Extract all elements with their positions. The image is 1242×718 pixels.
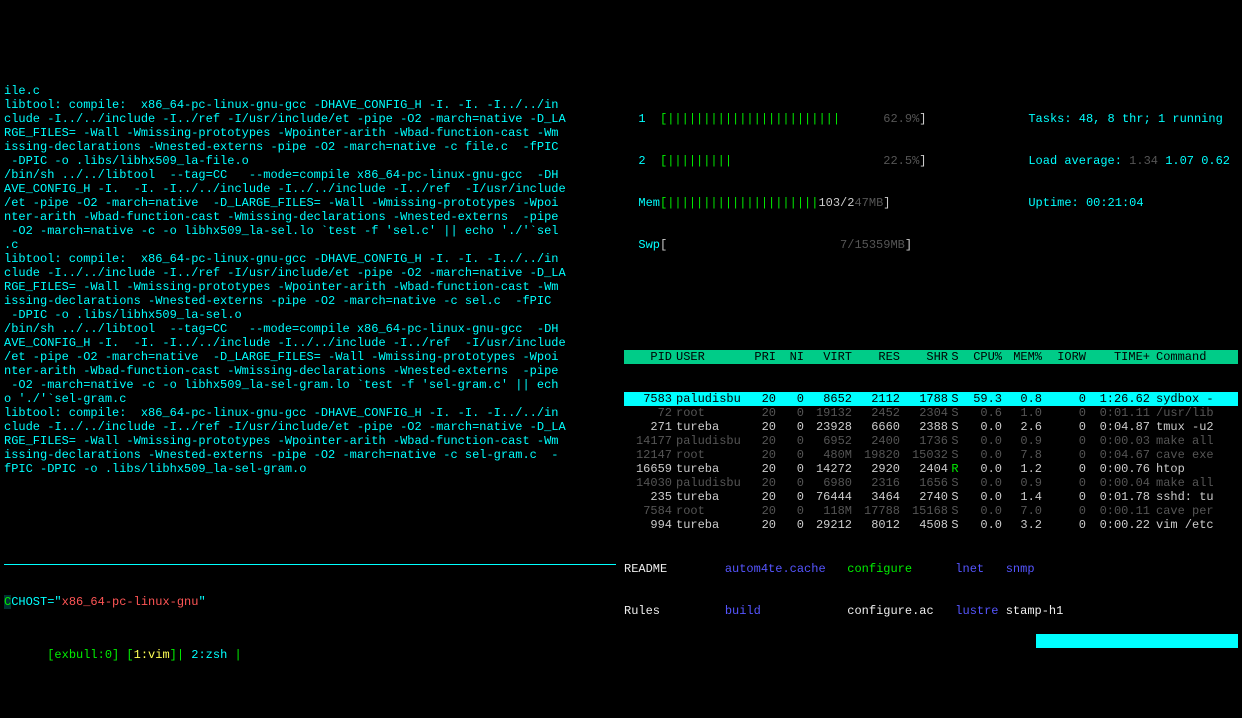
ls-entry: build: [725, 604, 761, 618]
log-line: clude -I../../include -I../ref -I/usr/in…: [4, 266, 616, 280]
log-line: .c: [4, 238, 616, 252]
col-time+[interactable]: TIME+: [1086, 350, 1150, 364]
process-row[interactable]: 235tureba2007644434642740S0.01.400:01.78…: [624, 490, 1238, 504]
log-line: nter-arith -Wbad-function-cast -Wmissing…: [4, 364, 616, 378]
log-line: libtool: compile: x86_64-pc-linux-gnu-gc…: [4, 406, 616, 420]
ls-entry: lustre: [955, 604, 998, 618]
log-line: -DPIC -o .libs/libhx509_la-sel.o: [4, 308, 616, 322]
process-row[interactable]: 72root2001913224522304S0.61.000:01.11/us…: [624, 406, 1238, 420]
ls-entry: configure.ac: [847, 604, 933, 618]
log-line: RGE_FILES= -Wall -Wmissing-prototypes -W…: [4, 126, 616, 140]
process-row[interactable]: 12147root200480M1982015032S0.07.800:04.6…: [624, 448, 1238, 462]
log-line: libtool: compile: x86_64-pc-linux-gnu-gc…: [4, 252, 616, 266]
process-row[interactable]: 7584root200118M1778815168S0.07.000:00.11…: [624, 504, 1238, 518]
col-mem%[interactable]: MEM%: [1002, 350, 1042, 364]
ls-entry: autom4te.cache: [725, 562, 826, 576]
col-iorw[interactable]: IORW: [1042, 350, 1086, 364]
log-line: /bin/sh ../../libtool --tag=CC --mode=co…: [4, 168, 616, 182]
col-virt[interactable]: VIRT: [804, 350, 852, 364]
log-line: ile.c: [4, 84, 616, 98]
process-row[interactable]: 16659tureba2001427229202404R0.01.200:00.…: [624, 462, 1238, 476]
ls-entry: Rules: [624, 604, 660, 618]
ls-entry: [999, 604, 1006, 618]
col-res[interactable]: RES: [852, 350, 900, 364]
mem-value: 103/2: [818, 196, 854, 210]
log-line: fPIC -DPIC -o .libs/libhx509_la-sel-gram…: [4, 462, 616, 476]
ls-entry: [667, 562, 725, 576]
log-line: issing-declarations -Wnested-externs -pi…: [4, 140, 616, 154]
log-line: -DPIC -o .libs/libhx509_la-file.o: [4, 154, 616, 168]
tmux-clock: 2015-04-28 11:09: [1123, 648, 1238, 662]
log-line: /et -pipe -O2 -march=native -D_LARGE_FIL…: [4, 350, 616, 364]
log-line: -O2 -march=native -c -o libhx509_la-sel.…: [4, 224, 616, 238]
process-row[interactable]: 14177paludisbu200695224001736S0.00.900:0…: [624, 434, 1238, 448]
log-line: o './'`sel-gram.c: [4, 392, 616, 406]
process-row[interactable]: 994tureba2002921280124508S0.03.200:00.22…: [624, 518, 1238, 532]
tmux-cwd: [~] |: [1080, 648, 1123, 662]
ls-entry: [826, 562, 848, 576]
process-row[interactable]: 14030paludisbu200698023161656S0.00.900:0…: [624, 476, 1238, 490]
log-line: /bin/sh ../../libtool --tag=CC --mode=co…: [4, 322, 616, 336]
htop-pane: 1 [|||||||||||||||||||||||| 62.9%] 2 [||…: [620, 56, 1242, 534]
compile-output: ile.clibtool: compile: x86_64-pc-linux-g…: [0, 56, 620, 534]
process-header[interactable]: PIDUSERPRINIVIRTRESSHRSCPU%MEM%IORWTIME+…: [624, 350, 1238, 364]
load-label: Load average:: [1028, 154, 1129, 168]
ls-entry: lnet: [955, 562, 984, 576]
log-line: clude -I../../include -I../ref -I/usr/in…: [4, 112, 616, 126]
log-line: RGE_FILES= -Wall -Wmissing-prototypes -W…: [4, 280, 616, 294]
cpu1-pct: 62.9%: [883, 112, 919, 126]
swap-label: Swp: [624, 238, 660, 252]
log-line: nter-arith -Wbad-function-cast -Wmissing…: [4, 210, 616, 224]
log-line: clude -I../../include -I../ref -I/usr/in…: [4, 420, 616, 434]
ls-entry: [984, 562, 1006, 576]
col-shr[interactable]: SHR: [900, 350, 948, 364]
col-s[interactable]: S: [948, 350, 962, 364]
log-line: -O2 -march=native -c -o libhx509_la-sel-…: [4, 378, 616, 392]
mem-label: Mem: [624, 196, 660, 210]
col-user[interactable]: USER: [672, 350, 744, 364]
col-ni[interactable]: NI: [776, 350, 804, 364]
tmux-window-1[interactable]: 1:vim: [134, 648, 170, 662]
vim-pane[interactable]: CCHOST="x86_64-pc-linux-gnu" x86_64_pc_l…: [0, 534, 620, 634]
col-pid[interactable]: PID: [624, 350, 672, 364]
swap-value: 7/15359MB: [840, 238, 905, 252]
tmux-session[interactable]: exbull:0: [54, 648, 112, 662]
log-line: AVE_CONFIG_H -I. -I. -I../../include -I.…: [4, 336, 616, 350]
col-command[interactable]: Command: [1150, 350, 1238, 364]
tmux-statusbar[interactable]: [exbull:0] [1:vim]| 2:zsh | [~] | 2015-0…: [0, 634, 1242, 648]
log-line: AVE_CONFIG_H -I. -I. -I../../include -I.…: [4, 182, 616, 196]
process-row[interactable]: 271tureba2002392866602388S0.02.600:04.87…: [624, 420, 1238, 434]
log-line: issing-declarations -Wnested-externs -pi…: [4, 294, 616, 308]
ls-entry: snmp: [1006, 562, 1035, 576]
log-line: /et -pipe -O2 -march=native -D_LARGE_FIL…: [4, 196, 616, 210]
cpu2-pct: 22.5%: [883, 154, 919, 168]
ls-entry: stamp-h1: [1006, 604, 1064, 618]
ls-entry: [934, 604, 956, 618]
tmux-window-2[interactable]: 2:zsh: [191, 648, 227, 662]
cpu2-label: 2: [624, 154, 660, 168]
ls-entry: [912, 562, 955, 576]
shell-pane[interactable]: README autom4te.cache configure lnet snm…: [620, 534, 1242, 634]
cpu1-label: 1: [624, 112, 660, 126]
uptime: Uptime: 00:21:04: [1028, 196, 1230, 210]
col-pri[interactable]: PRI: [744, 350, 776, 364]
log-line: issing-declarations -Wnested-externs -pi…: [4, 448, 616, 462]
ls-entry: README: [624, 562, 667, 576]
log-line: libtool: compile: x86_64-pc-linux-gnu-gc…: [4, 98, 616, 112]
ls-entry: [761, 604, 847, 618]
col-cpu%[interactable]: CPU%: [962, 350, 1002, 364]
process-row[interactable]: 7583paludisbu200865221121788S59.30.801:2…: [624, 392, 1238, 406]
ls-entry: [660, 604, 725, 618]
tasks-summary: Tasks: 48, 8 thr; 1 running: [1028, 112, 1230, 126]
ls-entry: configure: [847, 562, 912, 576]
log-line: RGE_FILES= -Wall -Wmissing-prototypes -W…: [4, 434, 616, 448]
